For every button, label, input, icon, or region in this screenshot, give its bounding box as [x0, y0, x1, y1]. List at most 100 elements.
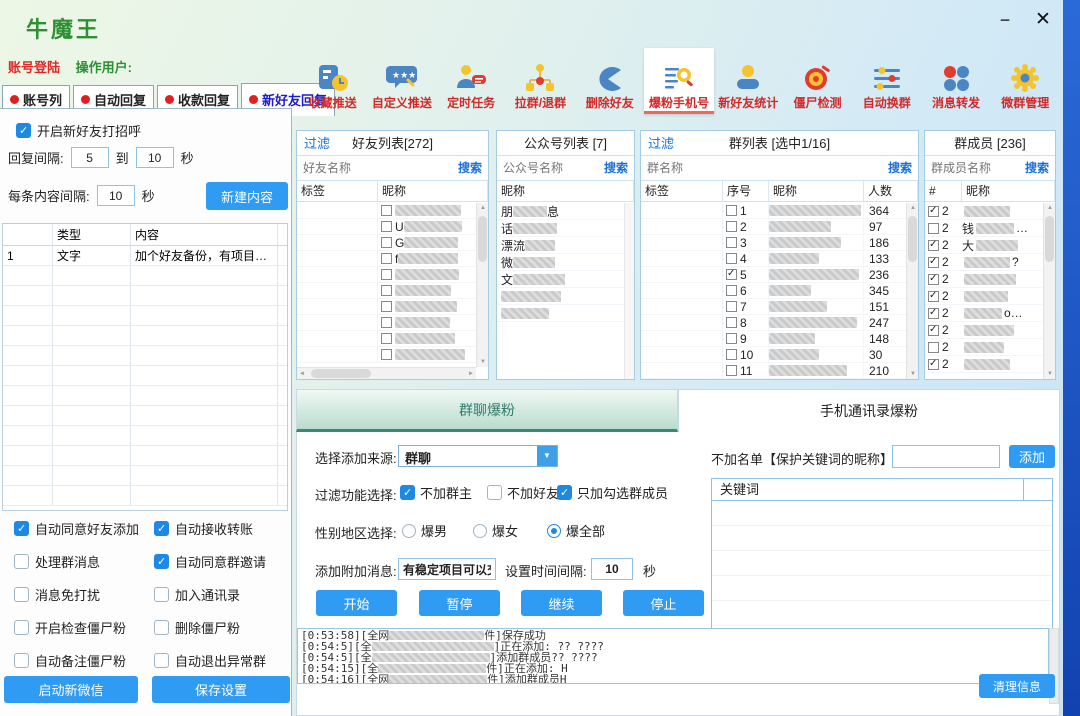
- friend-row[interactable]: [297, 299, 476, 315]
- new-content-button[interactable]: 新建内容: [206, 182, 288, 210]
- blocklist-input[interactable]: [892, 445, 1000, 468]
- start-button[interactable]: 开始: [316, 590, 397, 616]
- member-row[interactable]: 2: [925, 203, 1043, 220]
- female-option[interactable]: 爆女: [473, 521, 518, 540]
- group-filter-link[interactable]: 过滤: [648, 131, 674, 156]
- extra-message-input[interactable]: [398, 558, 496, 580]
- group-row[interactable]: 1 364: [641, 203, 906, 219]
- clear-log-button[interactable]: 清理信息: [979, 674, 1055, 698]
- official-row[interactable]: 话: [497, 220, 624, 237]
- group-row[interactable]: 4 133: [641, 251, 906, 267]
- friend-row[interactable]: [297, 331, 476, 347]
- member-search-link[interactable]: 搜索: [1025, 156, 1049, 181]
- member-row[interactable]: 2: [925, 271, 1043, 288]
- official-row[interactable]: 朋 息: [497, 203, 624, 220]
- group-row-checkbox[interactable]: [726, 253, 737, 264]
- group-row[interactable]: 6 345: [641, 283, 906, 299]
- toolbar-button[interactable]: 新好友统计: [714, 48, 783, 114]
- friend-row[interactable]: G: [297, 235, 476, 251]
- member-row[interactable]: 2 ?: [925, 254, 1043, 271]
- option-checkbox[interactable]: [154, 653, 169, 668]
- member-search-input[interactable]: [931, 161, 999, 175]
- toolbar-button[interactable]: 删除好友: [575, 48, 644, 114]
- group-row-checkbox[interactable]: [726, 349, 737, 360]
- save-settings-button[interactable]: 保存设置: [152, 676, 290, 703]
- toolbar-button[interactable]: 自动换群: [852, 48, 921, 114]
- friend-row[interactable]: f: [297, 251, 476, 267]
- group-row[interactable]: 8 247: [641, 315, 906, 331]
- group-row-checkbox[interactable]: [726, 365, 737, 376]
- option-item[interactable]: 加入通讯录: [154, 585, 284, 604]
- source-select[interactable]: 群聊: [398, 445, 558, 467]
- option-item[interactable]: 自动退出异常群: [154, 651, 284, 670]
- member-row-checkbox[interactable]: [928, 206, 939, 217]
- friend-row-checkbox[interactable]: [381, 301, 392, 312]
- content-interval-input[interactable]: [97, 185, 135, 206]
- only-checked-option[interactable]: 只加勾选群成员: [557, 483, 668, 502]
- toolbar-button[interactable]: 僵尸检测: [783, 48, 852, 114]
- member-row[interactable]: 2: [925, 288, 1043, 305]
- official-row[interactable]: [497, 305, 624, 322]
- member-row[interactable]: 2: [925, 322, 1043, 339]
- group-row-checkbox[interactable]: [726, 317, 737, 328]
- greet-checkbox[interactable]: [16, 123, 31, 138]
- option-checkbox[interactable]: [154, 521, 169, 536]
- option-item[interactable]: 删除僵尸粉: [154, 618, 284, 637]
- continue-button[interactable]: 继续: [521, 590, 602, 616]
- group-row[interactable]: 7 151: [641, 299, 906, 315]
- content-table-row[interactable]: 1 文字 加个好友备份，有项目…: [3, 246, 287, 266]
- option-item[interactable]: 开启检查僵尸粉: [14, 618, 154, 637]
- male-option[interactable]: 爆男: [402, 521, 447, 540]
- member-row-checkbox[interactable]: [928, 274, 939, 285]
- toolbar-button[interactable]: 拉群/退群: [506, 48, 575, 114]
- friend-row[interactable]: [297, 283, 476, 299]
- group-row[interactable]: 9 148: [641, 331, 906, 347]
- member-row-checkbox[interactable]: [928, 240, 939, 251]
- option-item[interactable]: 消息免打扰: [14, 585, 154, 604]
- friend-scrollbar[interactable]: [476, 203, 488, 367]
- friend-row-checkbox[interactable]: [381, 317, 392, 328]
- friend-row[interactable]: [297, 267, 476, 283]
- member-row-checkbox[interactable]: [928, 291, 939, 302]
- friend-row-checkbox[interactable]: [381, 237, 392, 248]
- member-row-checkbox[interactable]: [928, 342, 939, 353]
- stop-button[interactable]: 停止: [623, 590, 704, 616]
- option-checkbox[interactable]: [14, 554, 29, 569]
- toolbar-button[interactable]: 定时任务: [437, 48, 506, 114]
- option-item[interactable]: 处理群消息: [14, 552, 154, 571]
- member-scrollbar[interactable]: [1043, 203, 1055, 379]
- member-row[interactable]: 2: [925, 356, 1043, 373]
- member-row[interactable]: 2 大: [925, 237, 1043, 254]
- group-row-checkbox[interactable]: [726, 237, 737, 248]
- toolbar-button[interactable]: ★★★ 自定义推送: [367, 48, 436, 114]
- option-item[interactable]: 自动备注僵尸粉: [14, 651, 154, 670]
- friend-search-link[interactable]: 搜索: [458, 156, 482, 181]
- fan-tab[interactable]: 手机通讯录爆粉: [678, 389, 1060, 432]
- official-row[interactable]: [497, 288, 624, 305]
- group-row[interactable]: 11 210: [641, 363, 906, 379]
- male-radio[interactable]: [402, 524, 416, 538]
- no-friend-checkbox[interactable]: [487, 485, 502, 500]
- member-row[interactable]: 2: [925, 339, 1043, 356]
- all-radio[interactable]: [547, 524, 561, 538]
- reply-to-input[interactable]: [136, 147, 174, 168]
- interval-input[interactable]: [591, 558, 633, 580]
- greet-option[interactable]: 开启新好友打招呼: [16, 121, 141, 140]
- toolbar-button[interactable]: 爆粉手机号: [644, 48, 713, 114]
- pause-button[interactable]: 暂停: [419, 590, 500, 616]
- group-row[interactable]: 3 186: [641, 235, 906, 251]
- add-keyword-button[interactable]: 添加: [1009, 445, 1055, 468]
- friend-filter-link[interactable]: 过滤: [304, 131, 330, 156]
- group-row[interactable]: 2 97: [641, 219, 906, 235]
- official-scroll-track[interactable]: [624, 203, 634, 379]
- member-row-checkbox[interactable]: [928, 308, 939, 319]
- all-option[interactable]: 爆全部: [547, 521, 605, 540]
- friend-row-checkbox[interactable]: [381, 285, 392, 296]
- friend-row-checkbox[interactable]: [381, 205, 392, 216]
- official-row[interactable]: 文: [497, 271, 624, 288]
- friend-row[interactable]: [297, 347, 476, 363]
- friend-hscrollbar[interactable]: [297, 367, 476, 379]
- friend-row[interactable]: [297, 203, 476, 219]
- start-new-wechat-button[interactable]: 启动新微信: [4, 676, 138, 703]
- minimize-button[interactable]: −: [988, 6, 1022, 34]
